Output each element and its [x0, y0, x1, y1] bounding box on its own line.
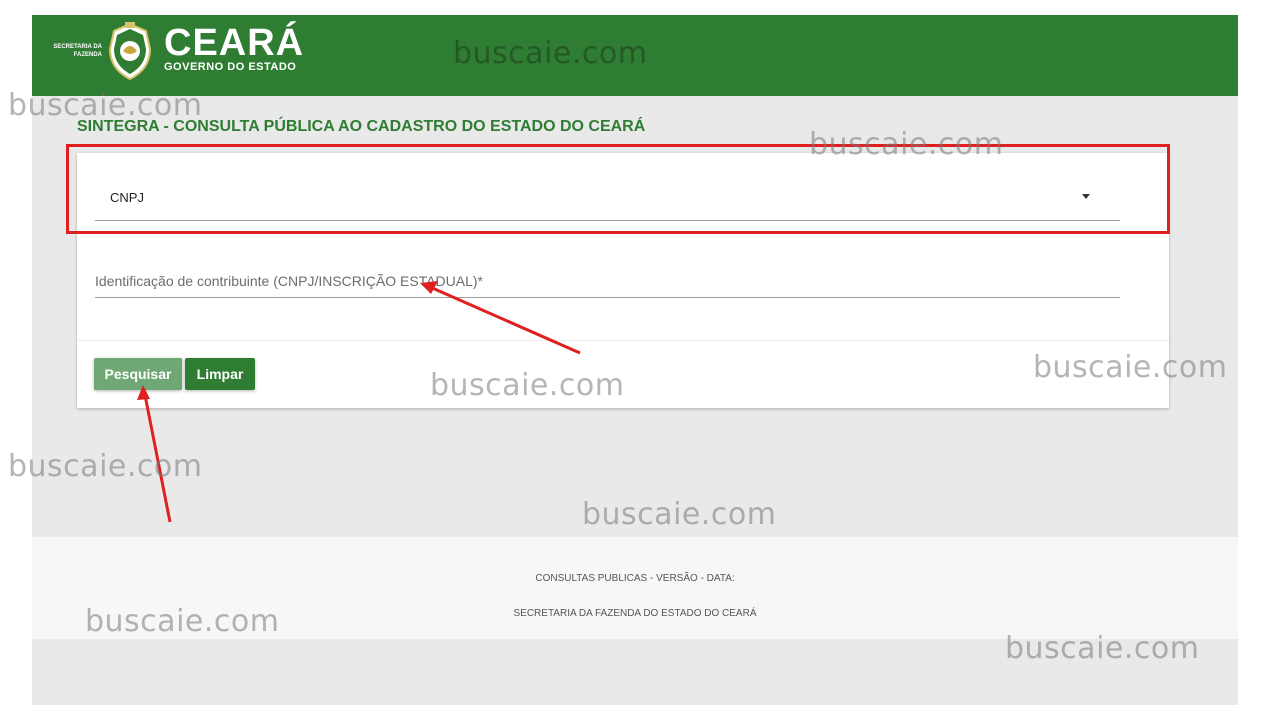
- watermark-5: buscaie.com: [430, 368, 625, 403]
- clear-button[interactable]: Limpar: [185, 358, 255, 390]
- highlight-box: [66, 144, 1170, 234]
- secretaria-line-2: FAZENDA: [73, 52, 102, 58]
- card-divider: [77, 340, 1169, 341]
- secretaria-line-1: SECRETARIA DA: [53, 44, 102, 50]
- watermark-1: buscaie.com: [453, 36, 648, 71]
- watermark-9: buscaie.com: [1005, 631, 1200, 666]
- watermark-6: buscaie.com: [8, 449, 203, 484]
- watermark-4: buscaie.com: [1033, 350, 1228, 385]
- watermark-7: buscaie.com: [582, 497, 777, 532]
- brand-title: CEARÁ: [164, 22, 305, 64]
- secretaria-label: SECRETARIA DA FAZENDA: [38, 43, 102, 59]
- search-button[interactable]: Pesquisar: [94, 358, 182, 390]
- taxpayer-id-label: Identificação de contribuinte (CNPJ/INSC…: [95, 273, 483, 289]
- watermark-3: buscaie.com: [809, 127, 1004, 162]
- footer-version-text: CONSULTAS PUBLICAS - VERSÃO - DATA:: [535, 573, 735, 584]
- watermark-8: buscaie.com: [85, 604, 280, 639]
- watermark-2: buscaie.com: [8, 88, 203, 123]
- taxpayer-id-field[interactable]: Identificação de contribuinte (CNPJ/INSC…: [95, 263, 1120, 298]
- state-crest-icon: [108, 22, 152, 81]
- brand[interactable]: CEARÁ GOVERNO DO ESTADO: [164, 22, 305, 73]
- brand-subtitle: GOVERNO DO ESTADO: [164, 61, 297, 73]
